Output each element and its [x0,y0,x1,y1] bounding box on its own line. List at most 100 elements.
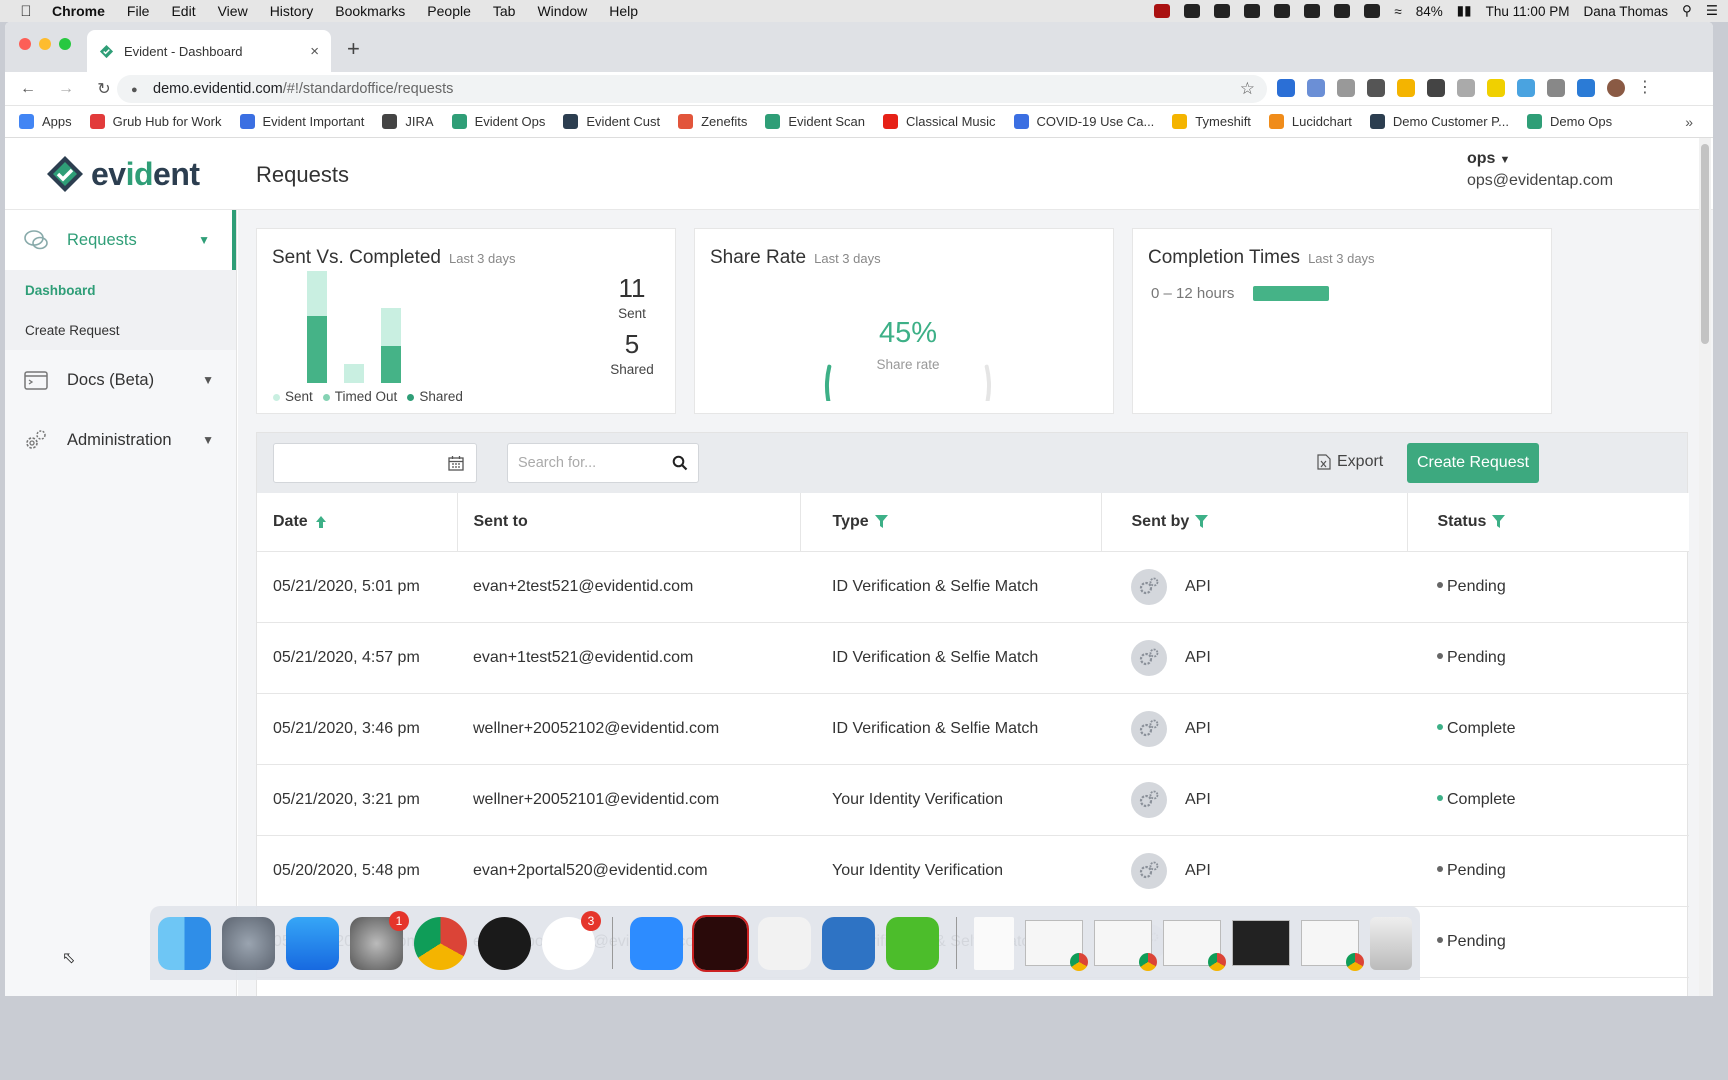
column-header-type[interactable]: Type [799,493,1101,552]
bookmark-item[interactable]: Demo Ops [1527,114,1612,129]
legend-item-sent[interactable]: Sent [273,389,313,404]
menu-user[interactable]: Dana Thomas [1583,4,1668,19]
chevron-down-icon[interactable]: ▼ [202,373,214,387]
bookmark-item[interactable]: Evident Scan [765,114,865,129]
screenshot-extension-icon[interactable] [1367,79,1385,97]
notification-center-icon[interactable]: ☰ [1706,3,1718,19]
menu-help[interactable]: Help [609,3,638,19]
sublime-tray-icon[interactable] [1274,4,1291,18]
menu-clock[interactable]: Thu 11:00 PM [1486,4,1570,19]
column-header-status[interactable]: Status [1406,493,1689,552]
extension-blue-icon[interactable] [1517,79,1535,97]
textedit-icon[interactable] [758,916,811,970]
search-icon[interactable] [672,455,688,471]
column-header-date[interactable]: Date [257,493,457,552]
completion-bucket-bar[interactable] [1253,286,1329,301]
tray-app-icon[interactable] [1154,4,1171,18]
calendar-icon[interactable] [448,455,464,471]
wifi-icon[interactable]: ≈ [1394,4,1401,19]
menu-history[interactable]: History [270,3,314,19]
user-name[interactable]: ops ▼ [1467,150,1613,168]
onepassword-extension-icon[interactable] [1427,79,1445,97]
battery-icon[interactable]: ▮▮ [1457,3,1472,19]
zoom-window-button[interactable] [59,38,71,50]
menu-edit[interactable]: Edit [171,3,195,19]
chevron-down-icon[interactable]: ▼ [198,233,210,247]
export-button[interactable]: Export [1317,453,1383,471]
legend-item-shared[interactable]: Shared [407,389,463,404]
filter-icon[interactable] [874,515,888,529]
menu-tab[interactable]: Tab [493,3,516,19]
search-input[interactable] [518,455,668,471]
zoom-tray-icon[interactable] [1184,4,1201,18]
minimized-window-thumbnail[interactable] [1025,920,1088,971]
minimized-window-thumbnail[interactable] [1301,920,1364,971]
csv-file-icon[interactable] [974,916,1014,970]
bookmark-item[interactable]: Zenefits [678,114,747,129]
sort-ascending-icon[interactable] [314,515,328,529]
back-button[interactable]: ← [13,80,43,98]
bookmark-item[interactable]: Tymeshift [1172,114,1251,129]
create-request-button[interactable]: Create Request [1407,443,1539,483]
page-scrollbar[interactable] [1699,138,1711,996]
sidebar-subitem-dashboard[interactable]: Dashboard [5,270,236,310]
chevron-down-icon[interactable]: ▼ [202,433,214,447]
bar-segment-sent[interactable] [307,271,327,316]
sidebar-subitem-create-request[interactable]: Create Request [5,310,236,350]
bar-segment-shared[interactable] [381,345,401,383]
address-bar[interactable]: ● demo.evidentid.com/#!/standardoffice/r… [117,75,1267,103]
table-row[interactable]: 05/21/2020, 3:21 pm wellner+20052101@evid… [257,764,1689,836]
sublime-merge-icon[interactable] [822,916,875,970]
sidebar-item-administration[interactable]: Administration ▼ [5,410,236,470]
extension-grey-icon[interactable] [1457,79,1475,97]
evident-logo[interactable]: evident [45,154,200,194]
profile-avatar[interactable] [1607,79,1625,97]
creative-cloud-tray-icon[interactable] [1304,4,1321,18]
menu-view[interactable]: View [218,3,248,19]
bookmarks-overflow-button[interactable]: » [1685,114,1693,130]
legend-item-timed-out[interactable]: Timed Out [322,389,397,404]
bookmark-item[interactable]: Demo Customer P... [1369,114,1509,129]
extension-note-icon[interactable] [1397,79,1415,97]
bookmark-item[interactable]: Classical Music [882,114,996,129]
menu-people[interactable]: People [427,3,471,19]
battery-percent[interactable]: 84% [1416,4,1443,19]
app-store-icon[interactable] [286,916,339,970]
chat-tray-icon[interactable] [1214,4,1231,18]
finder-icon[interactable] [158,916,211,970]
minimized-window-thumbnail[interactable] [1094,920,1157,971]
minimized-window-thumbnail[interactable] [1163,920,1226,971]
apple-icon[interactable]:  [0,3,52,20]
bookmark-item[interactable]: COVID-19 Use Ca... [1013,114,1154,129]
minimized-window-thumbnail[interactable] [1232,920,1290,966]
bar-segment-shared[interactable] [307,315,327,383]
table-row[interactable]: 05/21/2020, 3:46 pm wellner+20052102@evid… [257,693,1689,765]
extension-dark-icon[interactable] [1547,79,1565,97]
browser-tab-active[interactable]: Evident - Dashboard × [87,30,331,72]
spotlight-icon[interactable]: ⚲ [1682,3,1692,19]
chrome-menu-icon[interactable]: ⋮ [1637,79,1653,97]
bookmark-item[interactable]: Evident Important [239,114,364,129]
zoom-icon[interactable] [630,916,683,970]
lock-icon[interactable]: ● [131,84,141,96]
system-preferences-icon[interactable]: 1 [350,910,409,970]
table-row[interactable]: 05/21/2020, 4:57 pm evan+1test521@evident… [257,622,1689,694]
extension-circle-icon[interactable] [1337,79,1355,97]
camtasia-icon[interactable] [886,916,939,970]
trash-icon[interactable] [1370,916,1412,970]
close-window-button[interactable] [19,38,31,50]
menu-file[interactable]: File [127,3,150,19]
reload-button[interactable]: ↻ [89,79,119,99]
filter-icon[interactable] [1492,515,1506,529]
user-menu[interactable]: ops ▼ ops@evidentap.com [1467,150,1613,190]
sidebar-item-requests[interactable]: Requests ▼ [5,210,236,270]
column-header-sent-to[interactable]: Sent to [456,493,800,552]
onepassword-tray-icon[interactable] [1244,4,1261,18]
scrollbar-thumb[interactable] [1701,144,1709,344]
lucid-extension-icon[interactable] [1487,79,1505,97]
bookmark-item[interactable]: Apps [19,114,72,129]
date-range-field[interactable] [273,443,477,483]
bar-segment-sent[interactable] [381,308,401,346]
onepassword-icon[interactable] [478,916,531,970]
close-tab-icon[interactable]: × [310,43,319,60]
